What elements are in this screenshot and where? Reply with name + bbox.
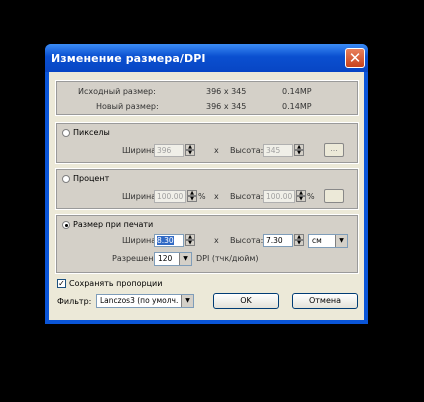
percent-width-unit: % <box>198 192 206 201</box>
chevron-down-icon[interactable]: ▼ <box>181 295 193 307</box>
filter-select[interactable]: Lanczos3 (по умолч. ▼ <box>96 294 194 308</box>
percent-extra-button[interactable] <box>324 189 344 203</box>
resolution-select[interactable]: 120 ▼ <box>154 252 192 266</box>
resize-dialog: Изменение размера/DPI ✕ Исходный размер:… <box>45 44 368 324</box>
cancel-button[interactable]: Отмена <box>292 293 358 309</box>
print-height-spinner[interactable]: ▲ ▼ <box>294 234 304 247</box>
size-info-panel: Исходный размер: 396 x 345 0.14MP Новый … <box>55 80 359 116</box>
filter-label: Фильтр: <box>57 297 92 306</box>
print-size-label: Размер при печати <box>73 220 154 229</box>
resolution-unit-label: DPI (тчк/дюйм) <box>196 254 259 263</box>
dialog-title: Изменение размера/DPI <box>51 52 206 65</box>
pixels-height-spinner[interactable]: ▲ ▼ <box>294 144 304 157</box>
ok-button[interactable]: OK <box>213 293 279 309</box>
print-unit-select[interactable]: см ▼ <box>308 234 348 248</box>
percent-height-unit: % <box>307 192 315 201</box>
pixels-height-label: Высота: <box>230 146 264 155</box>
new-megapixels: 0.14MP <box>282 102 312 111</box>
close-icon: ✕ <box>348 49 362 67</box>
close-button[interactable]: ✕ <box>345 48 365 68</box>
print-width-spinner[interactable]: ▲ ▼ <box>185 234 195 247</box>
original-dims: 396 x 345 <box>206 87 247 96</box>
chevron-down-icon[interactable]: ▼ <box>335 235 347 247</box>
pixels-label: Пикселы <box>73 128 110 137</box>
print-size-panel: Размер при печати Ширина: 8.30 ▲ ▼ x Высо… <box>55 214 359 274</box>
new-size-label: Новый размер: <box>96 102 159 111</box>
percent-width-spinner[interactable]: ▲ ▼ <box>187 190 197 203</box>
pixels-x-sep: x <box>214 146 219 155</box>
print-width-field[interactable]: 8.30 <box>154 234 184 247</box>
dialog-body: Исходный размер: 396 x 345 0.14MP Новый … <box>49 72 364 320</box>
percent-width-field[interactable]: 100.00 <box>154 190 186 203</box>
pixels-width-spinner[interactable]: ▲ ▼ <box>185 144 195 157</box>
percent-x-sep: x <box>214 192 219 201</box>
pixels-radio[interactable] <box>62 129 70 137</box>
keep-proportions-checkbox[interactable]: ✓ <box>57 279 66 288</box>
title-bar: Изменение размера/DPI ✕ <box>45 44 368 72</box>
pixels-panel: Пикселы Ширина: 396 ▲ ▼ x Высота: 345 ▲ ▼ … <box>55 122 359 164</box>
new-dims: 396 x 345 <box>206 102 247 111</box>
original-size-label: Исходный размер: <box>78 87 156 96</box>
print-size-radio[interactable] <box>62 221 70 229</box>
percent-height-spinner[interactable]: ▲ ▼ <box>296 190 306 203</box>
pixels-height-field[interactable]: 345 <box>263 144 293 157</box>
print-height-field[interactable]: 7.30 <box>263 234 293 247</box>
pixels-more-button[interactable]: ... <box>324 143 344 157</box>
chevron-down-icon[interactable]: ▼ <box>179 253 191 265</box>
keep-proportions-label: Сохранять пропорции <box>69 279 163 288</box>
original-megapixels: 0.14MP <box>282 87 312 96</box>
pixels-width-field[interactable]: 396 <box>154 144 184 157</box>
percent-label: Процент <box>73 174 110 183</box>
percent-height-label: Высота: <box>230 192 264 201</box>
percent-panel: Процент Ширина: 100.00 ▲ ▼ % x Высота: 10… <box>55 168 359 210</box>
percent-radio[interactable] <box>62 175 70 183</box>
print-x-sep: x <box>214 236 219 245</box>
percent-height-field[interactable]: 100.00 <box>263 190 295 203</box>
print-height-label: Высота: <box>230 236 264 245</box>
